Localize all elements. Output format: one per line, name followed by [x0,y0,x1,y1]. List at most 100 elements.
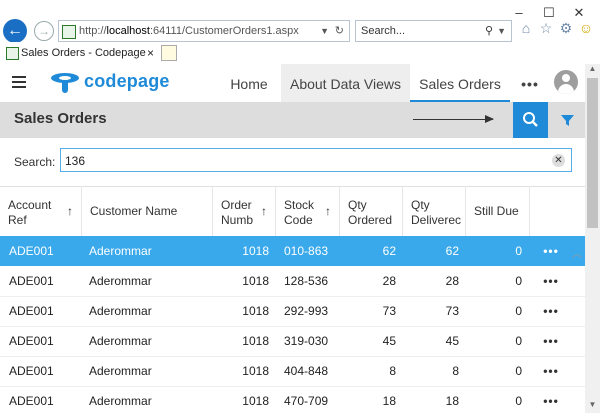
cell-qty-ordered: 45 [382,334,396,348]
cell-stock: 470-709 [284,394,329,408]
cell-order: 1018 [242,364,269,378]
filter-icon [561,115,574,126]
cell-qty-ordered: 73 [382,304,396,318]
header-label: Account Ref [8,198,52,227]
browser-search-icon[interactable]: ⚲ [485,21,493,41]
column-header-qty-delivered[interactable]: Qty Deliverec [403,186,466,236]
browser-search-dropdown-icon[interactable]: ▼ [497,21,506,41]
cell-still-due: 0 [515,274,522,288]
header-label: Qty Ordered [348,198,393,227]
row-more-button[interactable]: ••• [532,386,570,416]
clear-search-icon[interactable]: ✕ [552,154,565,167]
table-row[interactable]: ADE001 Aderommar 1018 128-536 28 28 0 ••… [0,266,585,297]
header-label: Qty Deliverec [411,198,462,227]
cell-customer: Aderommar [89,244,152,258]
arrow-annotation-line [413,119,493,120]
filter-button[interactable] [550,102,585,138]
forward-arrow-icon[interactable]: → [34,21,54,41]
settings-gear-icon[interactable]: ⚙ [558,20,574,37]
tab-close-icon[interactable]: × [147,43,154,63]
cell-stock: 128-536 [284,274,329,288]
cell-account: ADE001 [9,304,54,318]
search-button[interactable] [513,102,548,138]
table-row[interactable]: ADE001 Aderommar 1018 470-709 18 18 0 ••… [0,386,585,413]
nav-home[interactable]: Home [220,64,278,102]
codepage-logo-icon [51,73,79,93]
new-tab-button[interactable] [161,45,177,61]
cell-qty-ordered: 62 [382,244,396,258]
search-input[interactable]: 136 [60,148,572,172]
table-row[interactable]: ADE001 Aderommar 1018 010-863 62 62 0 ••… [0,236,585,266]
page-title: Sales Orders [14,110,107,127]
home-icon[interactable]: ⌂ [518,20,534,37]
refresh-icon[interactable]: ↻ [335,21,344,41]
nav-sales-orders[interactable]: Sales Orders [410,64,510,102]
search-icon [523,112,538,127]
browser-tab[interactable]: Sales Orders - Codepage × [4,43,156,63]
row-more-button[interactable]: ••• [532,296,570,326]
cell-still-due: 0 [515,364,522,378]
cell-account: ADE001 [9,244,54,258]
favorites-star-icon[interactable]: ☆ [538,20,554,37]
table-row[interactable]: ADE001 Aderommar 1018 319-030 45 45 0 ••… [0,326,585,357]
row-more-button[interactable]: ••• [532,266,570,296]
column-header-stock-code[interactable]: Stock Code ↑ [276,186,340,236]
cell-qty-delivered: 8 [452,364,459,378]
avatar[interactable] [554,70,578,94]
cell-order: 1018 [242,244,269,258]
cell-qty-ordered: 8 [389,364,396,378]
cell-account: ADE001 [9,394,54,408]
page-favicon-icon [62,25,76,39]
nav-more-button[interactable]: ••• [510,64,550,102]
back-arrow-icon[interactable]: ← [3,19,27,43]
table-row[interactable]: ADE001 Aderommar 1018 292-993 73 73 0 ••… [0,296,585,327]
row-more-button[interactable]: ••• [532,356,570,386]
column-header-qty-ordered[interactable]: Qty Ordered [340,186,403,236]
cell-qty-delivered: 73 [445,304,459,318]
brand-name[interactable]: codepage [84,71,170,92]
cell-account: ADE001 [9,364,54,378]
scroll-up-icon[interactable]: ▲ [586,64,599,73]
cell-still-due: 0 [515,334,522,348]
arrow-annotation-head [485,115,494,123]
row-more-button[interactable]: ••• [532,236,570,266]
sort-arrow-icon[interactable]: ↑ [261,204,267,218]
header-label: Customer Name [90,204,178,218]
cell-customer: Aderommar [89,304,152,318]
cell-still-due: 0 [515,244,522,258]
browser-search-placeholder: Search... [361,25,406,37]
scrollbar-thumb[interactable] [587,78,598,228]
tab-favicon-icon [6,47,19,60]
header-label: Stock Code [284,198,315,227]
column-header-customer-name[interactable]: Customer Name [82,186,213,236]
search-label: Search: [14,155,56,169]
cell-stock: 010-863 [284,244,329,258]
cell-account: ADE001 [9,274,54,288]
tab-title: Sales Orders - Codepage [21,47,146,59]
table-row[interactable]: ADE001 Aderommar 1018 404-848 8 8 0 ••• [0,356,585,387]
hamburger-menu-icon[interactable] [12,76,26,91]
sort-arrow-icon[interactable]: ↑ [67,204,73,218]
row-more-button[interactable]: ••• [532,326,570,356]
cell-order: 1018 [242,304,269,318]
column-header-actions [530,186,585,236]
cell-qty-delivered: 62 [445,244,459,258]
address-dropdown-icon[interactable]: ▼ [320,21,329,41]
cell-account: ADE001 [9,334,54,348]
cell-order: 1018 [242,334,269,348]
table-scroll-up-icon[interactable]: ︿ [572,245,582,260]
cell-order: 1018 [242,394,269,408]
address-bar[interactable]: http://localhost:64111/CustomerOrders1.a… [58,20,350,42]
cell-qty-delivered: 28 [445,274,459,288]
browser-icons: ⌂ ☆ ⚙ ☺ [518,20,594,37]
nav-about-data-views[interactable]: About Data Views [281,64,410,102]
smiley-feedback-icon[interactable]: ☺ [578,20,594,37]
column-header-still-due[interactable]: Still Due [466,186,530,236]
sort-arrow-icon[interactable]: ↑ [325,204,331,218]
cell-qty-delivered: 45 [445,334,459,348]
column-header-order-numb[interactable]: Order Numb ↑ [213,186,276,236]
cell-stock: 404-848 [284,364,329,378]
column-header-account-ref[interactable]: Account Ref ↑ [0,186,82,236]
scroll-down-icon[interactable]: ▼ [586,400,599,409]
browser-search-input[interactable]: Search... ⚲ ▼ [355,20,512,42]
